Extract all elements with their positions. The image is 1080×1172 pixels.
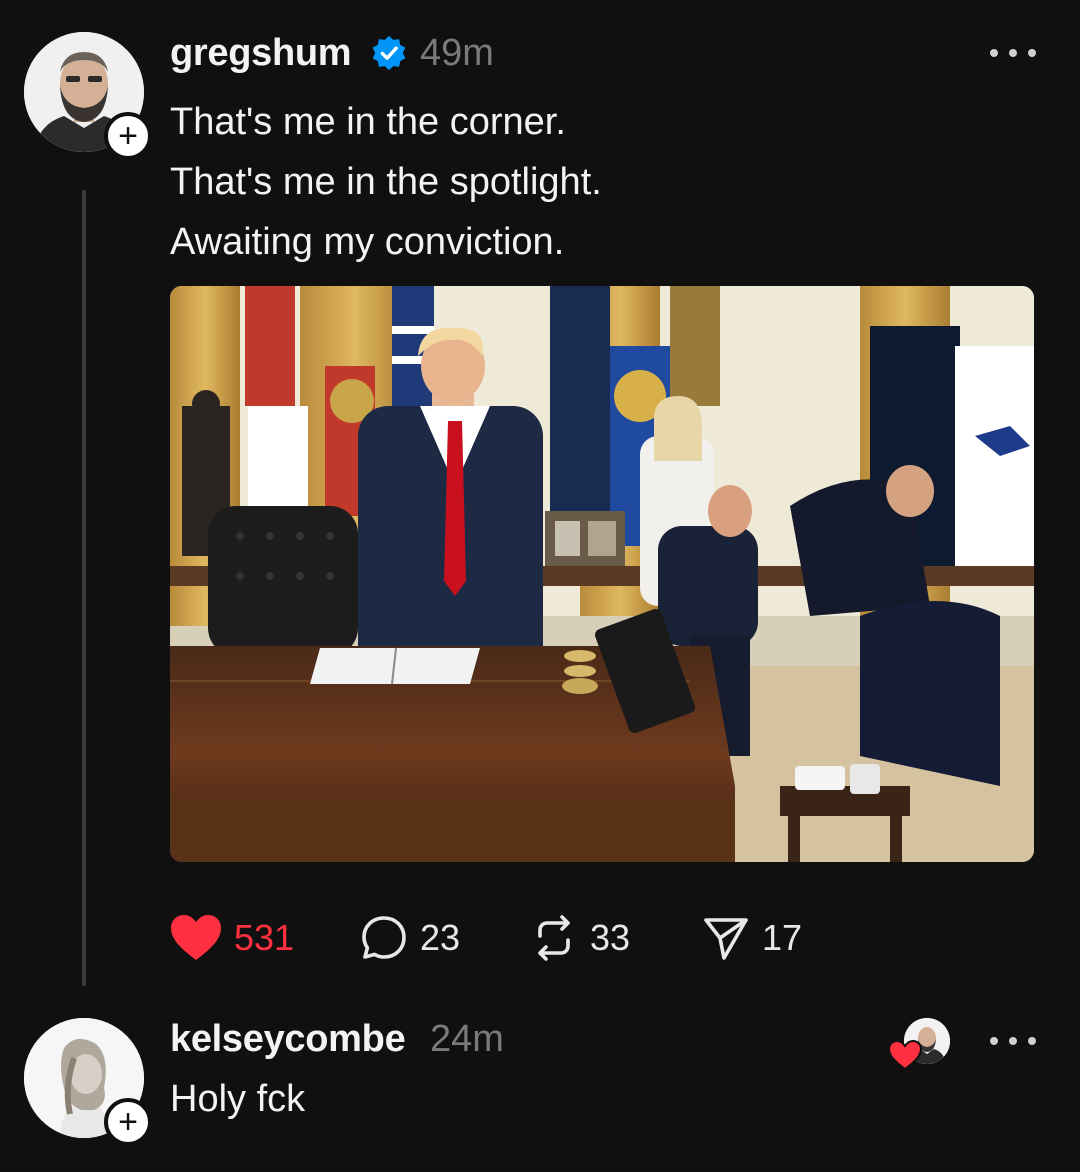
like-button[interactable]: 531 [170, 910, 294, 966]
follow-plus-icon[interactable]: + [104, 112, 152, 160]
verified-badge-icon [372, 35, 406, 71]
send-icon [704, 918, 748, 960]
share-count: 17 [762, 917, 803, 958]
share-button[interactable]: 17 [702, 910, 802, 966]
author-liked-heart-icon [888, 1040, 922, 1070]
post-text-line-3: Awaiting my conviction. [170, 221, 565, 263]
comment-bubble-icon [362, 916, 406, 959]
reply-username[interactable]: kelseycombe [170, 1018, 406, 1061]
repost-button[interactable]: 33 [530, 910, 630, 966]
office-scene-illustration [170, 286, 1034, 862]
repost-icon [538, 915, 570, 961]
reply-follow-plus-icon[interactable]: + [104, 1098, 152, 1146]
author-username[interactable]: gregshum [170, 32, 352, 75]
thread-connector-line [82, 190, 86, 986]
post-text-line-2: That's me in the spotlight. [170, 161, 602, 203]
post-body-text: That's me in the corner. That's me in th… [170, 92, 602, 272]
reply-count: 23 [420, 917, 461, 958]
reply-timestamp: 24m [430, 1018, 504, 1060]
heart-icon [171, 915, 221, 960]
post-text-line-1: That's me in the corner. [170, 101, 566, 143]
reply-body-text: Holy fck [170, 1078, 306, 1120]
more-options-icon[interactable] [990, 46, 1036, 60]
post-timestamp: 49m [420, 32, 494, 74]
post-image[interactable] [170, 286, 1034, 862]
reply-more-options-icon[interactable] [990, 1034, 1036, 1048]
like-count: 531 [234, 917, 295, 958]
reply-button[interactable]: 23 [360, 910, 460, 966]
repost-count: 33 [590, 917, 631, 958]
